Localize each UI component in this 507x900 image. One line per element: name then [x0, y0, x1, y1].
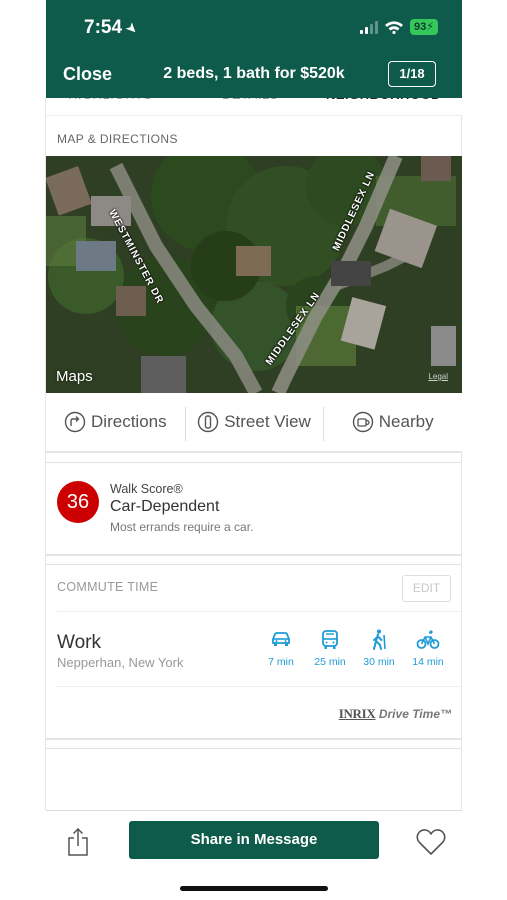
inrix-drive-time-logo: INRIX Drive Time™ [338, 706, 452, 721]
walk-icon [373, 629, 386, 650]
nearby-button[interactable]: Nearby [323, 393, 462, 451]
map-view[interactable]: WESTMINSTER DR MIDDLESEX LN MIDDLESEX LN… [46, 156, 462, 393]
share-in-message-button[interactable]: Share in Message [129, 821, 379, 859]
photo-counter[interactable]: 1/18 [388, 61, 436, 87]
cellular-signal-icon [360, 20, 379, 34]
bike-icon [416, 630, 440, 649]
divider [46, 748, 462, 749]
divider [46, 738, 462, 740]
home-indicator [180, 886, 328, 891]
street-view-icon [197, 411, 219, 433]
divider [57, 611, 462, 612]
legal-link[interactable]: Legal [428, 372, 448, 381]
directions-icon [64, 411, 86, 433]
satellite-map-image [46, 156, 462, 393]
commute-mode-bike[interactable]: 14 min [402, 628, 454, 668]
divider [57, 686, 462, 687]
commute-mode-walk[interactable]: 30 min [353, 628, 405, 668]
header: 7:54➤ 93⚡ Close 2 beds, 1 bath for $520k… [46, 0, 462, 98]
status-icons: 93⚡ [360, 19, 438, 35]
heart-favorite-icon[interactable] [416, 828, 446, 856]
walk-score-description: Most errands require a car. [110, 520, 254, 534]
wifi-icon [385, 21, 404, 34]
apple-maps-logo: Maps [56, 368, 93, 385]
directions-button[interactable]: Directions [46, 393, 185, 451]
bus-icon [322, 630, 338, 649]
walk-score-title: Car-Dependent [110, 498, 220, 515]
commute-destination: Work [57, 632, 101, 653]
car-icon [272, 632, 290, 646]
commute-mode-transit[interactable]: 25 min [304, 628, 356, 668]
street-view-button[interactable]: Street View [184, 393, 324, 451]
edit-commute-button[interactable]: EDIT [402, 575, 451, 602]
section-title-map: MAP & DIRECTIONS [57, 132, 178, 146]
nearby-icon [352, 411, 373, 433]
battery-icon: 93⚡ [410, 19, 438, 35]
status-time: 7:54➤ [84, 17, 143, 38]
share-icon[interactable] [65, 827, 91, 857]
map-actions: Directions Street View Nearby [46, 393, 462, 453]
commute-heading: COMMUTE TIME [57, 580, 159, 594]
bottom-action-bar: Share in Message [46, 810, 462, 900]
divider [46, 462, 462, 463]
walk-score-label: Walk Score® [110, 482, 183, 496]
commute-location: Nepperhan, New York [57, 655, 184, 670]
divider [46, 554, 462, 556]
location-arrow-icon: ➤ [122, 18, 143, 38]
walk-score-badge: 36 [57, 481, 99, 523]
commute-mode-car[interactable]: 7 min [255, 628, 307, 668]
divider [46, 564, 462, 565]
